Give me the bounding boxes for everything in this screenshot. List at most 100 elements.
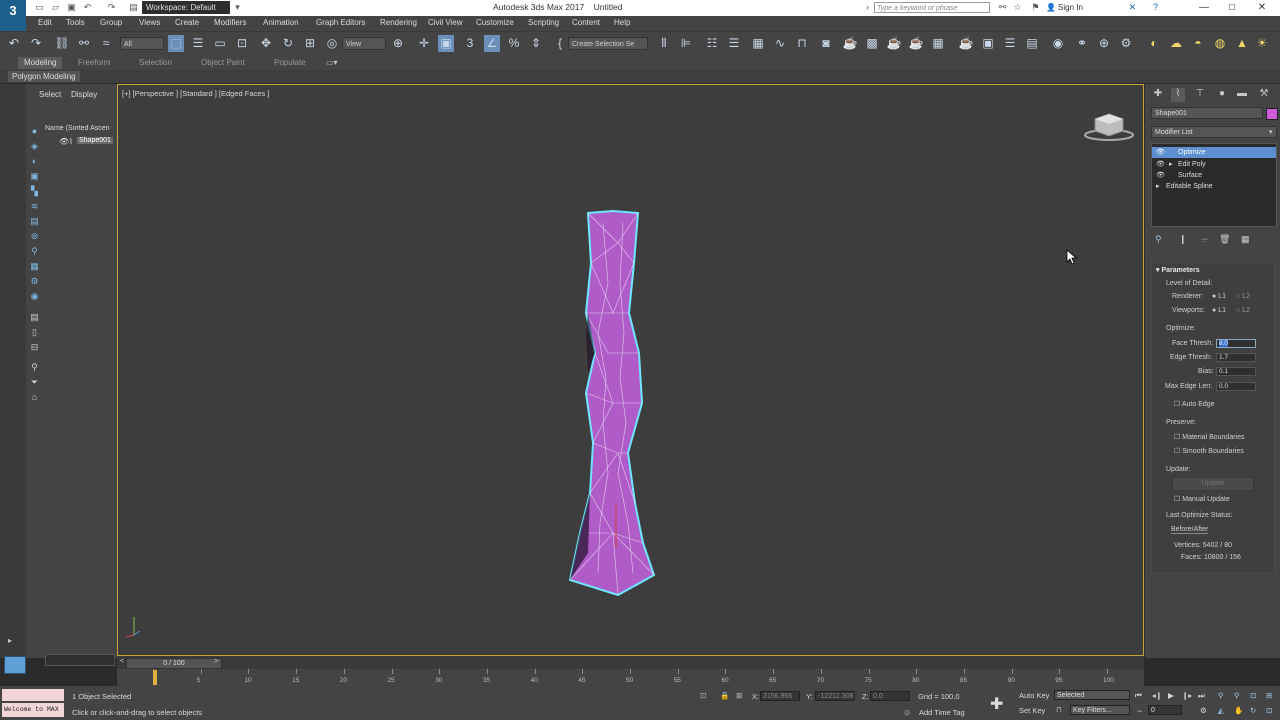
search-input[interactable]: Type a keyword or phrase [874, 2, 990, 13]
zoom-extents-all-icon[interactable]: ⊞ [1266, 691, 1272, 700]
z-coordinate-field[interactable]: 0.0 [870, 691, 910, 701]
tab-selection[interactable]: Selection [139, 58, 172, 67]
material-boundaries-checkbox[interactable]: ☐ Material Boundaries [1174, 433, 1245, 441]
maxscript-listener-top[interactable] [2, 689, 64, 701]
pivot-center-icon[interactable]: ⊕ [390, 35, 406, 52]
manual-update-checkbox[interactable]: ☐ Manual Update [1174, 495, 1230, 503]
scene-explorer-icon[interactable]: ☷ [704, 35, 720, 52]
tab-populate[interactable]: Populate [274, 58, 306, 67]
stack-item-edit-poly[interactable]: 👁 ▸ Edit Poly [1152, 159, 1276, 170]
rendered-frame-window-icon[interactable]: ▩ [864, 35, 880, 52]
menu-customize[interactable]: Customize [476, 18, 514, 27]
modifier-on-icon[interactable]: 👁 [1156, 170, 1165, 181]
teapot-icon[interactable]: ☕ [958, 35, 974, 52]
named-selection-dropdown[interactable]: Create Selection Se [568, 37, 648, 50]
set-key-button[interactable]: Set Key [1019, 706, 1045, 715]
hierarchy-tab-icon[interactable]: ⊤ [1193, 88, 1207, 102]
close-button[interactable]: ✕ [1244, 0, 1280, 16]
scene-item-shape001[interactable]: 👁 ⌇ Shape001 [59, 137, 115, 148]
undo-icon[interactable]: ↶ [82, 2, 93, 13]
go-to-end-icon[interactable]: ⏭ [1198, 691, 1205, 701]
move-icon[interactable]: ✥ [258, 35, 274, 52]
lock-icon[interactable]: ⌂ [28, 392, 41, 403]
light-icon[interactable]: ◐ [1146, 35, 1162, 52]
viewcube-icon[interactable] [1082, 111, 1136, 143]
spinner-snap-icon[interactable]: ⇕ [528, 35, 544, 52]
stack-item-surface[interactable]: 👁 Surface [1152, 170, 1276, 181]
workspace-dropdown[interactable]: Workspace: Default [142, 1, 230, 14]
tab-modeling[interactable]: Modeling [18, 57, 63, 69]
renderer-l2-radio[interactable]: ○ L2 [1236, 293, 1250, 300]
layer-icon[interactable]: ◉ [1050, 35, 1066, 52]
filter-geometry-icon[interactable]: ● [28, 126, 41, 137]
scale-icon[interactable]: ⊞ [302, 35, 318, 52]
y-coordinate-field[interactable]: -12212.308 [815, 691, 855, 701]
menu-scripting[interactable]: Scripting [528, 18, 559, 27]
layer-explorer-icon[interactable]: ☰ [726, 35, 742, 52]
binoculars-icon[interactable]: ⚯ [997, 2, 1008, 13]
pin-stack-icon[interactable]: ⚲ [1155, 234, 1162, 245]
snaps-toggle-icon[interactable]: 3 [462, 35, 478, 52]
stack-item-optimize[interactable]: 👁 Optimize [1152, 147, 1276, 158]
open-file-icon[interactable]: ▱ [50, 2, 61, 13]
maxscript-listener[interactable]: Welcome to MAX [2, 703, 64, 717]
set-key-big-icon[interactable]: ✚ [990, 694, 1003, 714]
pan-icon[interactable]: ✋ [1234, 706, 1243, 715]
rollout-title[interactable]: ▾ Parameters [1156, 266, 1200, 274]
lock-selection-icon[interactable]: 🔒 [720, 691, 729, 700]
add-time-tag[interactable]: Add Time Tag [919, 708, 965, 717]
next-frame-icon[interactable]: ❙▸ [1182, 691, 1192, 700]
show-end-result-icon[interactable]: ❙ [1179, 234, 1187, 245]
cloud-icon[interactable]: ☁ [1168, 35, 1184, 52]
expand-triangle-icon[interactable]: ▸ [1169, 159, 1173, 170]
tab-freeform[interactable]: Freeform [78, 58, 110, 67]
menu-help[interactable]: Help [614, 18, 630, 27]
viewports-l2-radio[interactable]: ○ L2 [1236, 307, 1250, 314]
ribbon-options-icon[interactable]: ▭▾ [326, 58, 338, 67]
render-production-icon[interactable]: ☕ [886, 35, 902, 52]
previous-frame-icon[interactable]: ◂❙ [1152, 691, 1162, 700]
bias-spinner[interactable]: 0.1 [1216, 367, 1256, 376]
select-object-icon[interactable]: ⬚ [168, 35, 184, 52]
modifier-on-icon[interactable]: 👁 [1156, 159, 1165, 170]
filter-helpers-icon[interactable]: ▚ [28, 186, 41, 197]
stack-icon[interactable]: ☰ [1002, 35, 1018, 52]
object-name-field[interactable]: Shape001 [1151, 107, 1263, 119]
filter-frozen-icon[interactable]: ⚙ [28, 276, 41, 287]
sun-icon[interactable]: ☀ [1254, 35, 1270, 52]
utilities-tab-icon[interactable]: ⚒ [1257, 88, 1271, 102]
time-tag-icon[interactable]: ⊙ [904, 708, 910, 717]
menu-graph-editors[interactable]: Graph Editors [316, 18, 365, 27]
align-icon[interactable]: ⊫ [678, 35, 694, 52]
stack-item-editable-spline[interactable]: ▸ Editable Spline [1152, 181, 1276, 192]
menu-views[interactable]: Views [139, 18, 160, 27]
exchange-icon[interactable]: ✕ [1127, 2, 1138, 13]
render-iterative-icon[interactable]: ☕ [908, 35, 924, 52]
new-file-icon[interactable]: ▭ [34, 2, 45, 13]
display-tab-icon[interactable]: ▬ [1235, 88, 1249, 102]
zoom-all-icon[interactable]: ⚲ [1234, 691, 1240, 700]
menu-modifiers[interactable]: Modifiers [214, 18, 246, 27]
visibility-eye-icon[interactable]: 👁 [59, 137, 69, 146]
save-icon[interactable]: ▣ [66, 2, 77, 13]
bind-space-warp-icon[interactable]: ≈ [98, 35, 114, 52]
filter-hidden-icon[interactable]: ◉ [28, 291, 41, 302]
keyboard-shortcut-override-icon[interactable]: ▣ [438, 35, 454, 52]
unlink-icon[interactable]: ⚯ [76, 35, 92, 52]
sign-in-link[interactable]: Sign In [1058, 3, 1083, 12]
filter-bones-icon[interactable]: ⚲ [28, 246, 41, 257]
name-column-header[interactable]: Name (Sorted Ascen [45, 125, 110, 132]
perspective-viewport[interactable]: [+] [Perspective ] [Standard ] [Edged Fa… [117, 84, 1144, 656]
project-folder-icon[interactable]: ▤ [128, 2, 139, 13]
display-panel-icon[interactable]: ▣ [980, 35, 996, 52]
filter-xrefs-icon[interactable]: ⊚ [28, 231, 41, 242]
container-icon[interactable]: ⊕ [1096, 35, 1112, 52]
menu-content[interactable]: Content [572, 18, 600, 27]
absolute-mode-icon[interactable]: ⊠ [736, 691, 742, 700]
link-icon[interactable]: ⛓ [54, 35, 70, 52]
modify-tab-icon[interactable]: ⌇ [1171, 88, 1185, 102]
current-frame-marker[interactable] [153, 670, 157, 685]
curve-editor-icon[interactable]: ∿ [772, 35, 788, 52]
rotate-icon[interactable]: ↻ [280, 35, 296, 52]
make-unique-icon[interactable]: ⌯ [1201, 234, 1208, 245]
